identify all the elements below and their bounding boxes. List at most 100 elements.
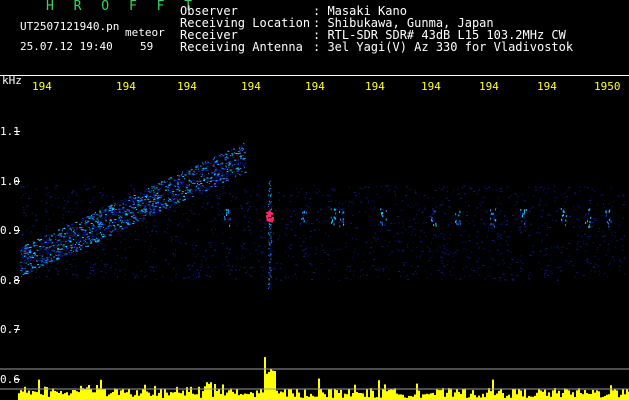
noise-speck [306,246,308,248]
echo-speck [339,211,341,214]
noise-speck [136,224,138,226]
echo-speck [160,195,162,197]
noise-speck [514,204,516,206]
echo-speck [97,237,100,239]
amplitude-bar [402,394,404,400]
noise-speck [153,270,156,272]
echo-speck [50,254,52,255]
echo-speck [220,177,222,179]
echo-speck [268,256,270,258]
noise-speck [611,232,613,234]
noise-speck [535,189,538,191]
noise-speck [23,212,26,214]
echo-speck [55,254,58,256]
echo-speck [176,188,179,190]
echo-speck [101,234,102,236]
noise-speck [290,228,293,230]
noise-speck [397,240,399,242]
echo-speck [98,233,101,234]
noise-speck [499,210,502,212]
echo-speck [270,254,272,256]
echo-speck [172,192,174,194]
meteor-echoes [20,142,612,290]
noise-speck [388,191,390,193]
echo-speck [56,239,58,241]
noise-speck [433,257,435,259]
noise-speck [433,238,435,240]
echo-speck [179,198,181,200]
noise-speck [222,185,225,187]
noise-speck [458,193,460,195]
echo-speck [560,208,562,210]
noise-speck [455,278,457,279]
echo-speck [42,238,44,240]
echo-speck [186,189,188,191]
noise-speck [185,213,187,214]
echo-speck [78,241,80,243]
noise-speck [225,256,228,258]
echo-speck [121,229,124,231]
noise-speck [247,270,249,272]
noise-speck [278,237,280,239]
echo-speck [174,194,177,195]
echo-speck [180,174,182,176]
noise-speck [251,266,254,268]
noise-speck [243,267,246,268]
echo-speck [137,220,140,222]
noise-speck [365,211,367,213]
noise-speck [373,259,376,260]
noise-speck [296,188,298,190]
amplitude-bar [360,393,362,400]
noise-speck [207,266,210,268]
noise-speck [402,262,405,264]
echo-speck [123,207,125,209]
amplitude-bar [434,395,436,400]
echo-speck [33,245,36,246]
echo-speck [222,168,224,170]
amplitude-bar [604,396,606,400]
amplitude-bar [568,390,570,400]
noise-speck [482,196,484,198]
noise-speck [111,265,113,267]
noise-speck [45,211,48,213]
echo-speck [161,181,164,183]
noise-speck [177,240,179,242]
echo-speck [38,267,40,268]
noise-speck [449,233,451,235]
echo-speck [50,255,53,257]
echo-speck [219,155,221,157]
echo-speck [104,218,107,220]
noise-speck [138,235,140,237]
noise-speck [546,192,547,194]
noise-speck [454,252,457,254]
echo-speck [188,185,190,187]
amplitude-bar [534,395,536,400]
amplitude-bar [108,394,110,400]
noise-speck [135,231,136,232]
echo-speck [380,221,382,224]
echo-speck [270,267,272,269]
noise-speck [117,255,119,256]
noise-speck [568,187,571,189]
echo-speck [154,188,156,190]
echo-speck [162,200,165,202]
noise-speck [441,227,443,229]
echo-speck [91,238,94,240]
amplitude-bar [106,396,108,400]
noise-speck [186,219,188,221]
echo-speck [103,229,106,231]
noise-speck [262,270,264,272]
noise-speck [448,206,451,208]
echo-speck [457,223,459,226]
noise-speck [576,218,579,220]
echo-speck [141,205,144,207]
noise-speck [554,190,556,192]
echo-speck [42,246,45,248]
amplitude-bar [338,393,340,400]
echo-speck [85,238,86,240]
echo-speck [140,212,141,214]
noise-speck [345,277,348,279]
noise-speck [544,277,546,279]
echo-speck [63,228,66,229]
echo-speck [169,187,171,188]
